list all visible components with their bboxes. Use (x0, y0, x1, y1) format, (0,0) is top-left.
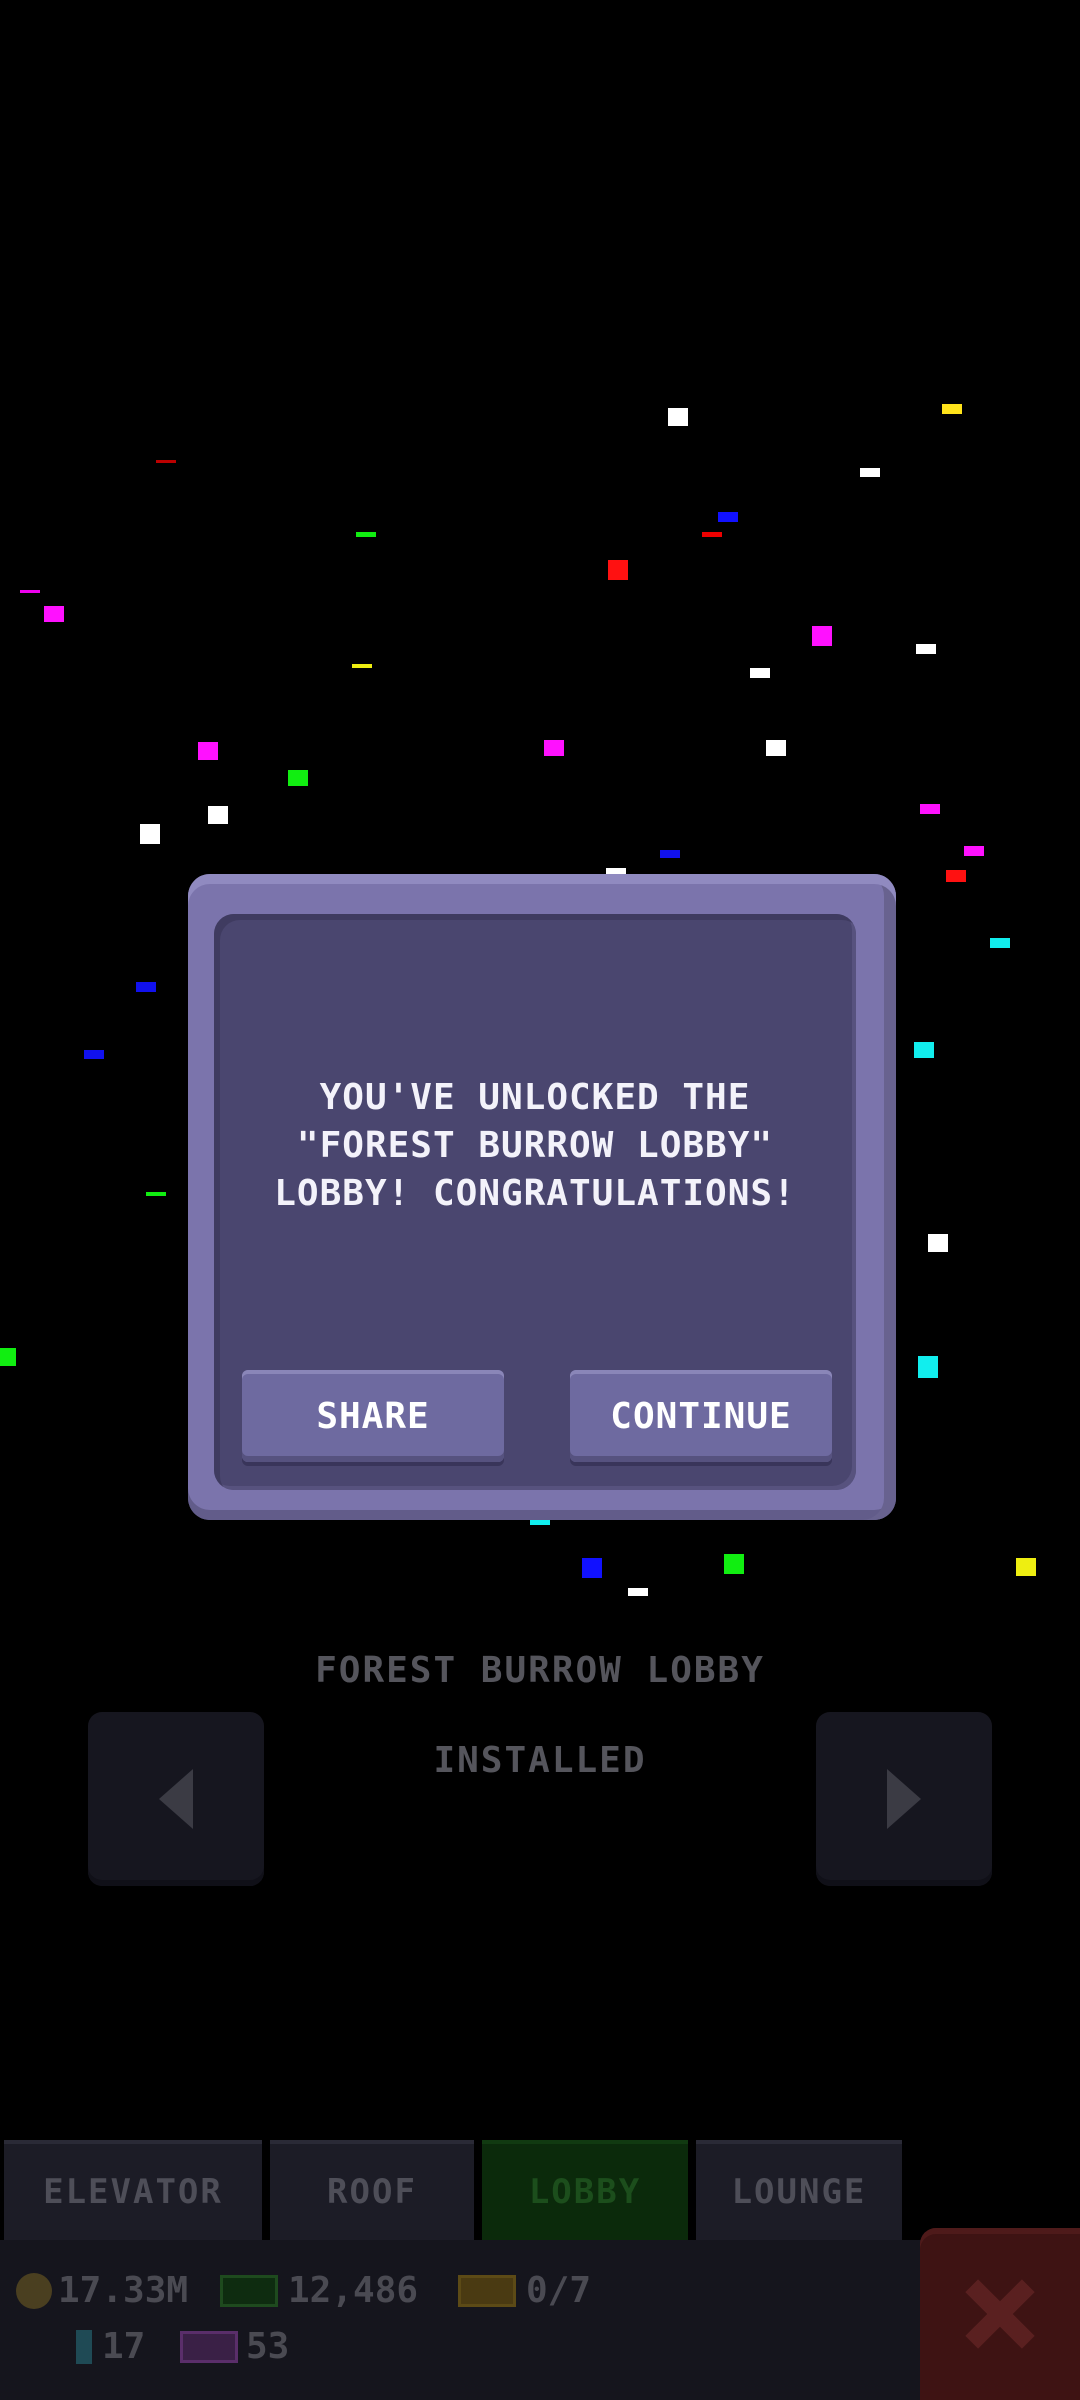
tab-lounge[interactable]: LOUNGE (696, 2140, 902, 2240)
confetti-piece (766, 740, 786, 756)
confetti-piece (20, 590, 40, 593)
tv-stat: 53 (180, 2326, 289, 2367)
tv-icon (180, 2330, 238, 2363)
gems-value: 17 (102, 2326, 146, 2367)
lobby-name: FOREST BURROW LOBBY (315, 1650, 765, 1691)
tab-roof[interactable]: ROOF (270, 2140, 474, 2240)
unlock-dialog: YOU'VE UNLOCKED THE "FOREST BURROW LOBBY… (188, 874, 896, 1520)
confetti-piece (0, 1348, 16, 1366)
confetti-piece (608, 560, 628, 580)
confetti-piece (942, 404, 962, 414)
coins-stat: 17.33M (16, 2270, 188, 2311)
previous-lobby-button[interactable] (88, 1712, 264, 1886)
confetti-piece (1016, 1558, 1036, 1576)
confetti-piece (990, 938, 1010, 948)
confetti-piece (156, 460, 176, 463)
share-button[interactable]: SHARE (242, 1370, 504, 1462)
confetti-piece (44, 606, 64, 622)
coin-icon (16, 2272, 52, 2309)
unlock-message: YOU'VE UNLOCKED THE "FOREST BURROW LOBBY… (274, 1077, 796, 1214)
confetti-piece (628, 1588, 648, 1596)
confetti-piece (750, 668, 770, 678)
confetti-piece (718, 512, 738, 522)
ticket-icon (458, 2274, 516, 2307)
cash-value: 12,486 (288, 2270, 419, 2311)
next-lobby-button[interactable] (816, 1712, 992, 1886)
confetti-piece (916, 644, 936, 654)
confetti-piece (724, 1554, 744, 1574)
gem-icon (76, 2329, 92, 2364)
category-tabs: ELEVATOR ROOF LOBBY LOUNGE (0, 2140, 1080, 2240)
coins-value: 17.33M (58, 2270, 189, 2311)
confetti-piece (920, 804, 940, 814)
triangle-left-icon (159, 1769, 193, 1829)
confetti-piece (946, 870, 966, 882)
confetti-piece (914, 1042, 934, 1058)
gems-stat: 17 (76, 2326, 145, 2367)
confetti-piece (964, 846, 984, 856)
confetti-piece (288, 770, 308, 786)
confetti-piece (352, 664, 372, 668)
triangle-right-icon (887, 1769, 921, 1829)
confetti-piece (208, 806, 228, 824)
confetti-piece (668, 408, 688, 426)
confetti-piece (660, 850, 680, 858)
unlock-dialog-body: YOU'VE UNLOCKED THE "FOREST BURROW LOBBY… (214, 914, 856, 1490)
confetti-piece (544, 740, 564, 756)
tv-value: 53 (246, 2326, 290, 2367)
tickets-stat: 0/7 (458, 2270, 591, 2311)
confetti-piece (140, 824, 160, 844)
tickets-value: 0/7 (526, 2270, 592, 2311)
confetti-piece (702, 532, 722, 537)
confetti-piece (928, 1234, 948, 1252)
tab-elevator[interactable]: ELEVATOR (4, 2140, 262, 2240)
cash-icon (220, 2274, 278, 2307)
confetti-piece (136, 982, 156, 992)
cash-stat: 12,486 (220, 2270, 418, 2311)
confetti-piece (198, 742, 218, 760)
confetti-piece (812, 626, 832, 646)
continue-button[interactable]: CONTINUE (570, 1370, 832, 1462)
confetti-piece (146, 1192, 166, 1196)
confetti-piece (582, 1558, 602, 1578)
confetti-piece (356, 532, 376, 537)
confetti-piece (918, 1356, 938, 1378)
confetti-piece (860, 468, 880, 477)
close-button[interactable] (920, 2228, 1080, 2400)
currency-bar: 17.33M 12,486 0/7 17 53 (0, 2240, 1080, 2400)
close-x-icon (965, 2279, 1035, 2349)
confetti-piece (84, 1050, 104, 1059)
tab-lobby[interactable]: LOBBY (482, 2140, 688, 2240)
